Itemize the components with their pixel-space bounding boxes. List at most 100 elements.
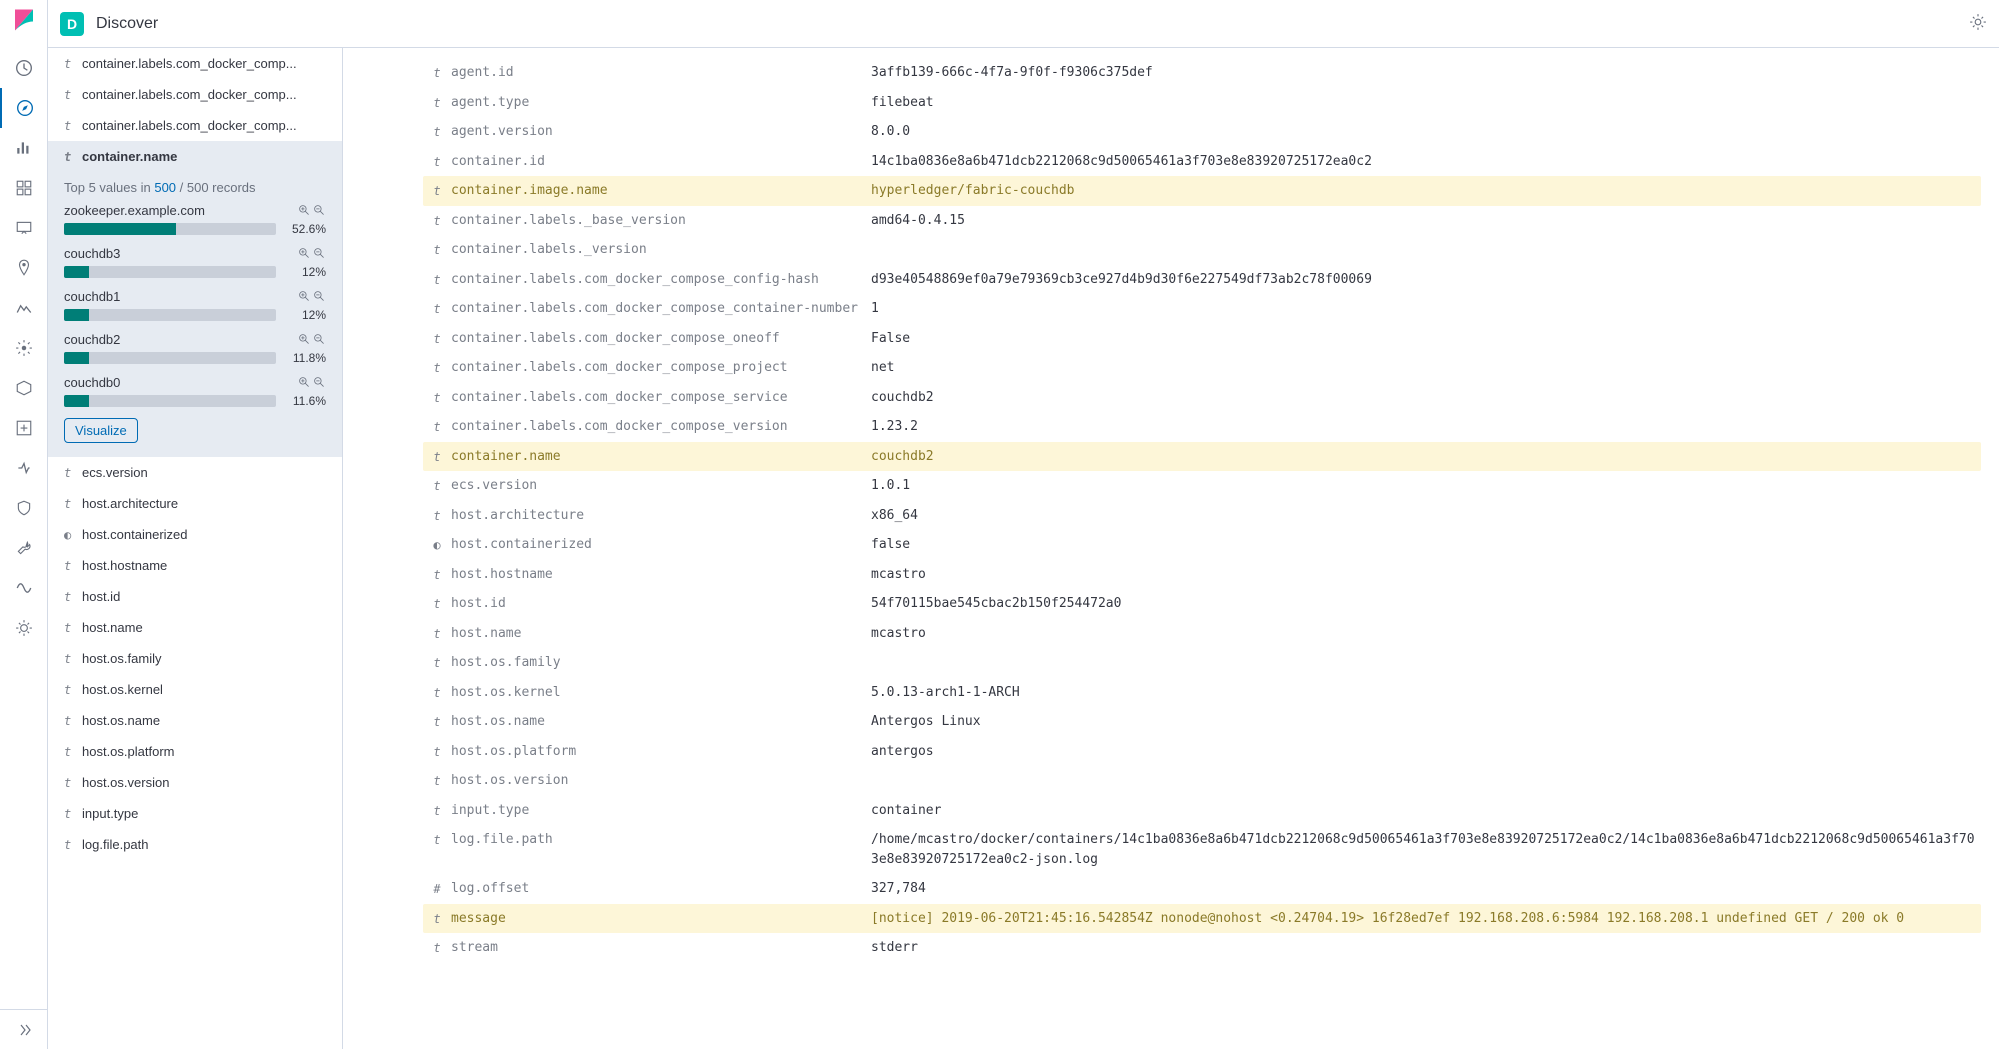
doc-field-row[interactable]: thost.hostnamemcastro [423, 560, 1981, 590]
doc-field-name: container.labels._base_version [451, 211, 871, 231]
top-value-name: couchdb0 [64, 375, 298, 390]
top-value-filter-icons[interactable] [298, 204, 326, 217]
field-name-label: container.labels.com_docker_comp... [82, 118, 330, 133]
nav-maps-icon[interactable] [0, 248, 48, 288]
nav-logs-icon[interactable] [0, 368, 48, 408]
nav-visualize-icon[interactable] [0, 128, 48, 168]
field-item[interactable]: tcontainer.labels.com_docker_comp... [48, 48, 342, 79]
top-value-filter-icons[interactable] [298, 247, 326, 260]
doc-field-row[interactable]: tcontainer.labels._base_versionamd64-0.4… [423, 206, 1981, 236]
visualize-button[interactable]: Visualize [64, 418, 138, 443]
field-item[interactable]: thost.os.name [48, 705, 342, 736]
field-item[interactable]: tinput.type [48, 798, 342, 829]
doc-field-row[interactable]: ◐host.containerizedfalse [423, 530, 1981, 560]
doc-field-row[interactable]: thost.os.kernel5.0.13-arch1-1-ARCH [423, 678, 1981, 708]
field-name-label: container.labels.com_docker_comp... [82, 87, 330, 102]
field-item[interactable]: thost.os.version [48, 767, 342, 798]
doc-field-row[interactable]: tmessage[notice] 2019-06-20T21:45:16.542… [423, 904, 1981, 934]
top-value-pct: 11.6% [284, 394, 326, 408]
doc-field-value: filebeat [871, 93, 1981, 113]
doc-field-row[interactable]: tcontainer.id14c1ba0836e8a6b471dcb221206… [423, 147, 1981, 177]
doc-field-row[interactable]: tcontainer.labels.com_docker_compose_con… [423, 265, 1981, 295]
field-item[interactable]: tcontainer.labels.com_docker_comp... [48, 79, 342, 110]
doc-field-value: /home/mcastro/docker/containers/14c1ba08… [871, 830, 1981, 869]
doc-field-row[interactable]: tcontainer.namecouchdb2 [423, 442, 1981, 472]
nav-infra-icon[interactable] [0, 328, 48, 368]
field-item[interactable]: tlog.file.path [48, 829, 342, 860]
doc-field-row[interactable]: tcontainer.labels.com_docker_compose_ser… [423, 383, 1981, 413]
settings-gear-icon[interactable] [1969, 13, 1987, 34]
top-value-bar [64, 309, 276, 321]
top-value-pct: 52.6% [284, 222, 326, 236]
doc-field-row[interactable]: thost.os.nameAntergos Linux [423, 707, 1981, 737]
nav-monitoring-icon[interactable] [0, 568, 48, 608]
field-item[interactable]: tecs.version [48, 457, 342, 488]
field-name-label: host.architecture [82, 496, 330, 511]
nav-siem-icon[interactable] [0, 488, 48, 528]
nav-discover-icon[interactable] [0, 88, 48, 128]
doc-field-row[interactable]: thost.os.platformantergos [423, 737, 1981, 767]
doc-field-row[interactable]: tinput.typecontainer [423, 796, 1981, 826]
doc-field-value: 1 [871, 299, 1981, 319]
nav-apm-icon[interactable] [0, 408, 48, 448]
field-name-label: ecs.version [82, 465, 330, 480]
top-value-bar [64, 352, 276, 364]
field-item[interactable]: thost.hostname [48, 550, 342, 581]
doc-field-row[interactable]: tcontainer.image.namehyperledger/fabric-… [423, 176, 1981, 206]
doc-field-row[interactable]: tcontainer.labels.com_docker_compose_con… [423, 294, 1981, 324]
top-value-filter-icons[interactable] [298, 376, 326, 389]
nav-canvas-icon[interactable] [0, 208, 48, 248]
top-value-filter-icons[interactable] [298, 290, 326, 303]
doc-field-type-icon: t [423, 712, 451, 731]
doc-field-type-icon: t [423, 299, 451, 318]
top-value-filter-icons[interactable] [298, 333, 326, 346]
doc-field-name: container.labels.com_docker_compose_cont… [451, 299, 871, 319]
nav-management-icon[interactable] [0, 608, 48, 648]
field-item[interactable]: ◐host.containerized [48, 519, 342, 550]
doc-field-row[interactable]: thost.os.family [423, 648, 1981, 678]
doc-field-row[interactable]: thost.namemcastro [423, 619, 1981, 649]
doc-field-row[interactable]: thost.id54f70115bae545cbac2b150f254472a0 [423, 589, 1981, 619]
doc-field-type-icon: t [423, 801, 451, 820]
doc-field-name: agent.version [451, 122, 871, 142]
doc-field-type-icon: t [423, 594, 451, 613]
field-item[interactable]: thost.os.kernel [48, 674, 342, 705]
field-item[interactable]: thost.name [48, 612, 342, 643]
field-item[interactable]: tcontainer.labels.com_docker_comp... [48, 110, 342, 141]
nav-devtools-icon[interactable] [0, 528, 48, 568]
doc-field-row[interactable]: tlog.file.path/home/mcastro/docker/conta… [423, 825, 1981, 874]
nav-ml-icon[interactable] [0, 288, 48, 328]
doc-field-value: [notice] 2019-06-20T21:45:16.542854Z non… [871, 909, 1981, 929]
doc-field-row[interactable]: thost.architecturex86_64 [423, 501, 1981, 531]
nav-uptime-icon[interactable] [0, 448, 48, 488]
nav-recent-icon[interactable] [0, 48, 48, 88]
field-item[interactable]: thost.architecture [48, 488, 342, 519]
doc-field-row[interactable]: tecs.version1.0.1 [423, 471, 1981, 501]
field-type-icon: t [64, 714, 82, 728]
field-item-selected[interactable]: tcontainer.name [48, 141, 342, 172]
field-name-label: host.name [82, 620, 330, 635]
doc-field-value: container [871, 801, 1981, 821]
doc-field-row[interactable]: tcontainer.labels.com_docker_compose_pro… [423, 353, 1981, 383]
field-item[interactable]: thost.id [48, 581, 342, 612]
top-value-row: couchdb0 11.6% [64, 375, 326, 408]
nav-expand-icon[interactable] [0, 1009, 48, 1049]
top-value-bar [64, 266, 276, 278]
doc-field-row[interactable]: thost.os.version [423, 766, 1981, 796]
doc-field-row[interactable]: tagent.typefilebeat [423, 88, 1981, 118]
doc-field-row[interactable]: tcontainer.labels.com_docker_compose_ver… [423, 412, 1981, 442]
doc-field-row[interactable]: tagent.id3affb139-666c-4f7a-9f0f-f9306c3… [423, 58, 1981, 88]
doc-field-row[interactable]: tcontainer.labels.com_docker_compose_one… [423, 324, 1981, 354]
doc-field-row[interactable]: tcontainer.labels._version [423, 235, 1981, 265]
field-item[interactable]: thost.os.family [48, 643, 342, 674]
top-value-bar [64, 395, 276, 407]
field-name-label: input.type [82, 806, 330, 821]
field-item[interactable]: thost.os.platform [48, 736, 342, 767]
doc-field-row[interactable]: tstreamstderr [423, 933, 1981, 963]
nav-dashboard-icon[interactable] [0, 168, 48, 208]
doc-field-row[interactable]: #log.offset327,784 [423, 874, 1981, 904]
doc-field-type-icon: t [423, 447, 451, 466]
doc-field-row[interactable]: tagent.version8.0.0 [423, 117, 1981, 147]
field-type-icon: t [64, 57, 82, 71]
field-type-icon: t [64, 88, 82, 102]
